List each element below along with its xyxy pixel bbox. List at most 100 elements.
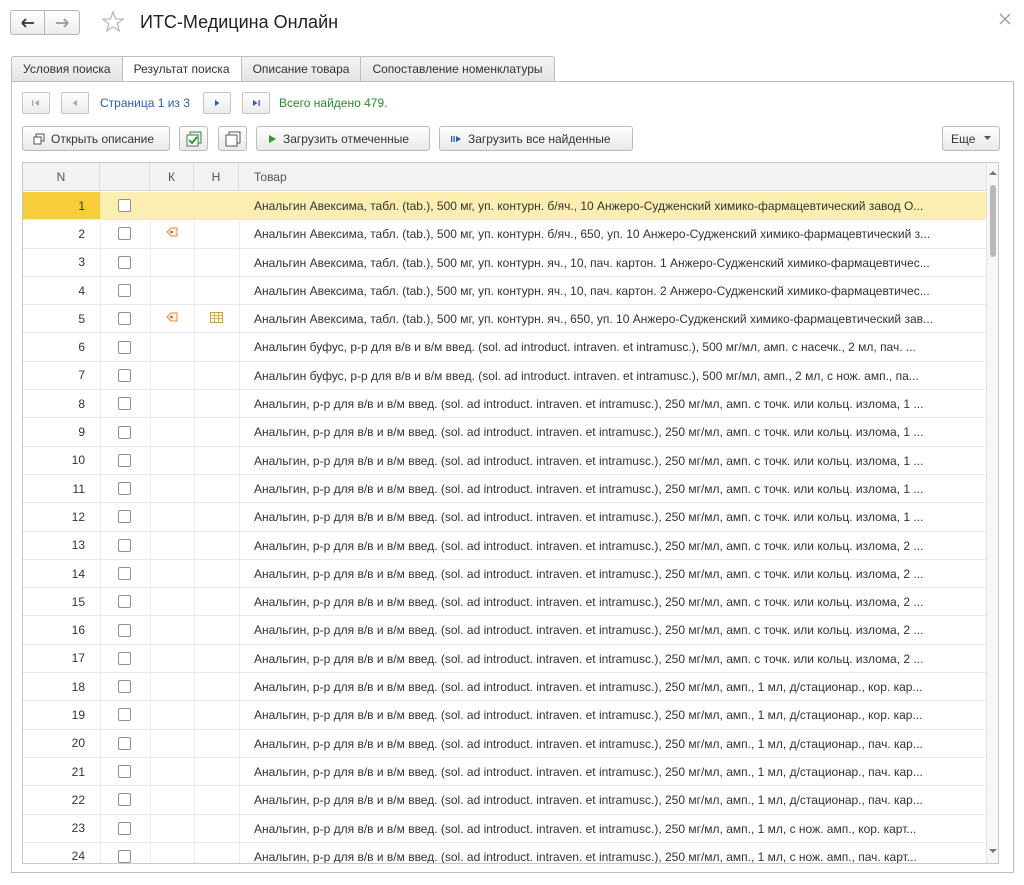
row-checkbox-cell — [100, 843, 150, 863]
row-checkbox[interactable] — [118, 765, 131, 779]
col-header-check[interactable] — [100, 163, 150, 191]
table-row[interactable]: 14 Анальгин, р-р для в/в и в/м введ. (sol… — [23, 560, 988, 589]
first-page-button[interactable] — [22, 92, 50, 114]
row-checkbox[interactable] — [118, 255, 131, 269]
row-checkbox[interactable] — [118, 340, 131, 354]
table-row[interactable]: 11 Анальгин, р-р для в/в и в/м введ. (sol… — [23, 475, 988, 504]
table-row[interactable]: 19 Анальгин, р-р для в/в и в/м введ. (sol… — [23, 701, 988, 730]
table-row[interactable]: 17 Анальгин, р-р для в/в и в/м введ. (sol… — [23, 645, 988, 674]
row-checkbox[interactable] — [118, 312, 131, 326]
table-row[interactable]: 12 Анальгин, р-р для в/в и в/м введ. (sol… — [23, 503, 988, 532]
col-header-k[interactable]: К — [150, 163, 194, 191]
row-number: 13 — [71, 538, 85, 553]
table-header: N К Н Товар — [23, 163, 988, 191]
table-row[interactable]: 22 Анальгин, р-р для в/в и в/м введ. (sol… — [23, 786, 988, 815]
uncheck-all-button[interactable] — [218, 126, 247, 151]
row-h-cell — [194, 249, 239, 276]
prev-page-button[interactable] — [61, 92, 89, 114]
row-h-cell — [194, 701, 239, 728]
row-checkbox[interactable] — [118, 821, 131, 835]
table-row[interactable]: 13 Анальгин, р-р для в/в и в/м введ. (sol… — [23, 532, 988, 560]
row-checkbox-cell — [100, 192, 150, 220]
found-count: Всего найдено 479. — [279, 96, 388, 110]
load-all-button[interactable]: Загрузить все найденные — [439, 126, 633, 151]
row-checkbox[interactable] — [118, 397, 131, 411]
close-icon[interactable] — [998, 12, 1012, 26]
table-row[interactable]: 9 Анальгин, р-р для в/в и в/м введ. (sol.… — [23, 418, 988, 447]
table-row[interactable]: 21 Анальгин, р-р для в/в и в/м введ. (sol… — [23, 758, 988, 787]
tab-nomenclature-mapping[interactable]: Сопоставление номенклатуры — [361, 56, 555, 82]
table-row[interactable]: 15 Анальгин, р-р для в/в и в/м введ. (sol… — [23, 588, 988, 617]
open-description-button[interactable]: Открыть описание — [22, 126, 170, 151]
table-row[interactable]: 16 Анальгин, р-р для в/в и в/м введ. (sol… — [23, 616, 988, 645]
row-checkbox[interactable] — [118, 425, 131, 439]
tab-product-description[interactable]: Описание товара — [241, 56, 362, 82]
row-checkbox[interactable] — [118, 199, 131, 213]
row-k-cell — [150, 192, 194, 220]
next-page-button[interactable] — [203, 92, 231, 114]
scroll-down-icon[interactable] — [989, 847, 997, 855]
table-row[interactable]: 3 Анальгин Авексима, табл. (tab.), 500 мг… — [23, 249, 988, 277]
table-row[interactable]: 2 Анальгин Авексима, табл. (tab.), 500 мг… — [23, 220, 988, 249]
more-button[interactable]: Еще — [942, 126, 1000, 151]
tab-search-conditions[interactable]: Условия поиска — [11, 56, 123, 82]
row-k-cell — [150, 220, 194, 247]
table-row[interactable]: 5 Анальгин Авексима, табл. (tab.), 500 мг… — [23, 305, 988, 334]
row-checkbox[interactable] — [118, 793, 131, 807]
table-row[interactable]: 18 Анальгин, р-р для в/в и в/м введ. (sol… — [23, 673, 988, 702]
favorite-star-icon[interactable] — [101, 10, 125, 34]
row-product-name: Анальгин, р-р для в/в и в/м введ. (sol. … — [254, 651, 924, 666]
check-all-button[interactable] — [179, 126, 208, 151]
forward-button[interactable] — [45, 10, 80, 35]
row-checkbox-cell — [100, 616, 150, 643]
table-row[interactable]: 24 Анальгин, р-р для в/в и в/м введ. (sol… — [23, 843, 988, 863]
col-header-product[interactable]: Товар — [239, 163, 988, 191]
table-row[interactable]: 8 Анальгин, р-р для в/в и в/м введ. (sol.… — [23, 390, 988, 419]
row-h-cell — [194, 220, 239, 247]
table-row[interactable]: 23 Анальгин, р-р для в/в и в/м введ. (sol… — [23, 815, 988, 843]
row-checkbox[interactable] — [118, 680, 131, 694]
scroll-thumb[interactable] — [990, 185, 996, 257]
row-k-cell — [150, 532, 194, 559]
row-product-name: Анальгин, р-р для в/в и в/м введ. (sol. … — [254, 595, 924, 610]
table-row[interactable]: 1 Анальгин Авексима, табл. (tab.), 500 мг… — [23, 192, 988, 221]
row-checkbox-cell — [100, 220, 150, 247]
table-row[interactable]: 4 Анальгин Авексима, табл. (tab.), 500 мг… — [23, 277, 988, 306]
row-checkbox[interactable] — [118, 736, 131, 750]
tag-icon — [165, 226, 179, 241]
row-checkbox[interactable] — [118, 849, 131, 863]
vertical-scrollbar[interactable] — [986, 163, 998, 863]
play-icon — [269, 134, 276, 143]
scroll-up-icon[interactable] — [989, 169, 997, 177]
row-checkbox[interactable] — [118, 453, 131, 467]
row-checkbox[interactable] — [118, 510, 131, 524]
row-checkbox[interactable] — [118, 708, 131, 722]
tab-search-results[interactable]: Результат поиска — [122, 56, 242, 82]
table-row[interactable]: 7 Анальгин буфус, р-р для в/в и в/м введ.… — [23, 362, 988, 391]
row-k-cell — [150, 390, 194, 417]
back-button[interactable] — [10, 10, 45, 35]
row-number: 19 — [71, 707, 85, 722]
row-number: 4 — [78, 283, 85, 298]
last-page-button[interactable] — [242, 92, 270, 114]
prev-page-icon — [72, 100, 77, 106]
row-checkbox[interactable] — [118, 368, 131, 382]
table-row[interactable]: 10 Анальгин, р-р для в/в и в/м введ. (sol… — [23, 447, 988, 475]
row-checkbox[interactable] — [118, 651, 131, 665]
col-header-h[interactable]: Н — [194, 163, 239, 191]
row-k-cell — [150, 475, 194, 502]
row-checkbox[interactable] — [118, 567, 131, 580]
table-row[interactable]: 20 Анальгин, р-р для в/в и в/м введ. (sol… — [23, 730, 988, 758]
row-checkbox[interactable] — [118, 595, 131, 609]
row-k-cell — [150, 560, 194, 587]
row-checkbox[interactable] — [118, 538, 131, 552]
row-checkbox[interactable] — [118, 482, 131, 496]
row-product-name: Анальгин Авексима, табл. (tab.), 500 мг,… — [254, 255, 930, 270]
load-checked-button[interactable]: Загрузить отмеченные — [256, 126, 430, 151]
row-checkbox[interactable] — [118, 284, 131, 298]
row-checkbox[interactable] — [118, 623, 131, 637]
row-k-cell — [150, 843, 194, 863]
col-header-n[interactable]: N — [23, 163, 100, 191]
row-checkbox[interactable] — [118, 227, 131, 241]
table-row[interactable]: 6 Анальгин буфус, р-р для в/в и в/м введ.… — [23, 333, 988, 362]
